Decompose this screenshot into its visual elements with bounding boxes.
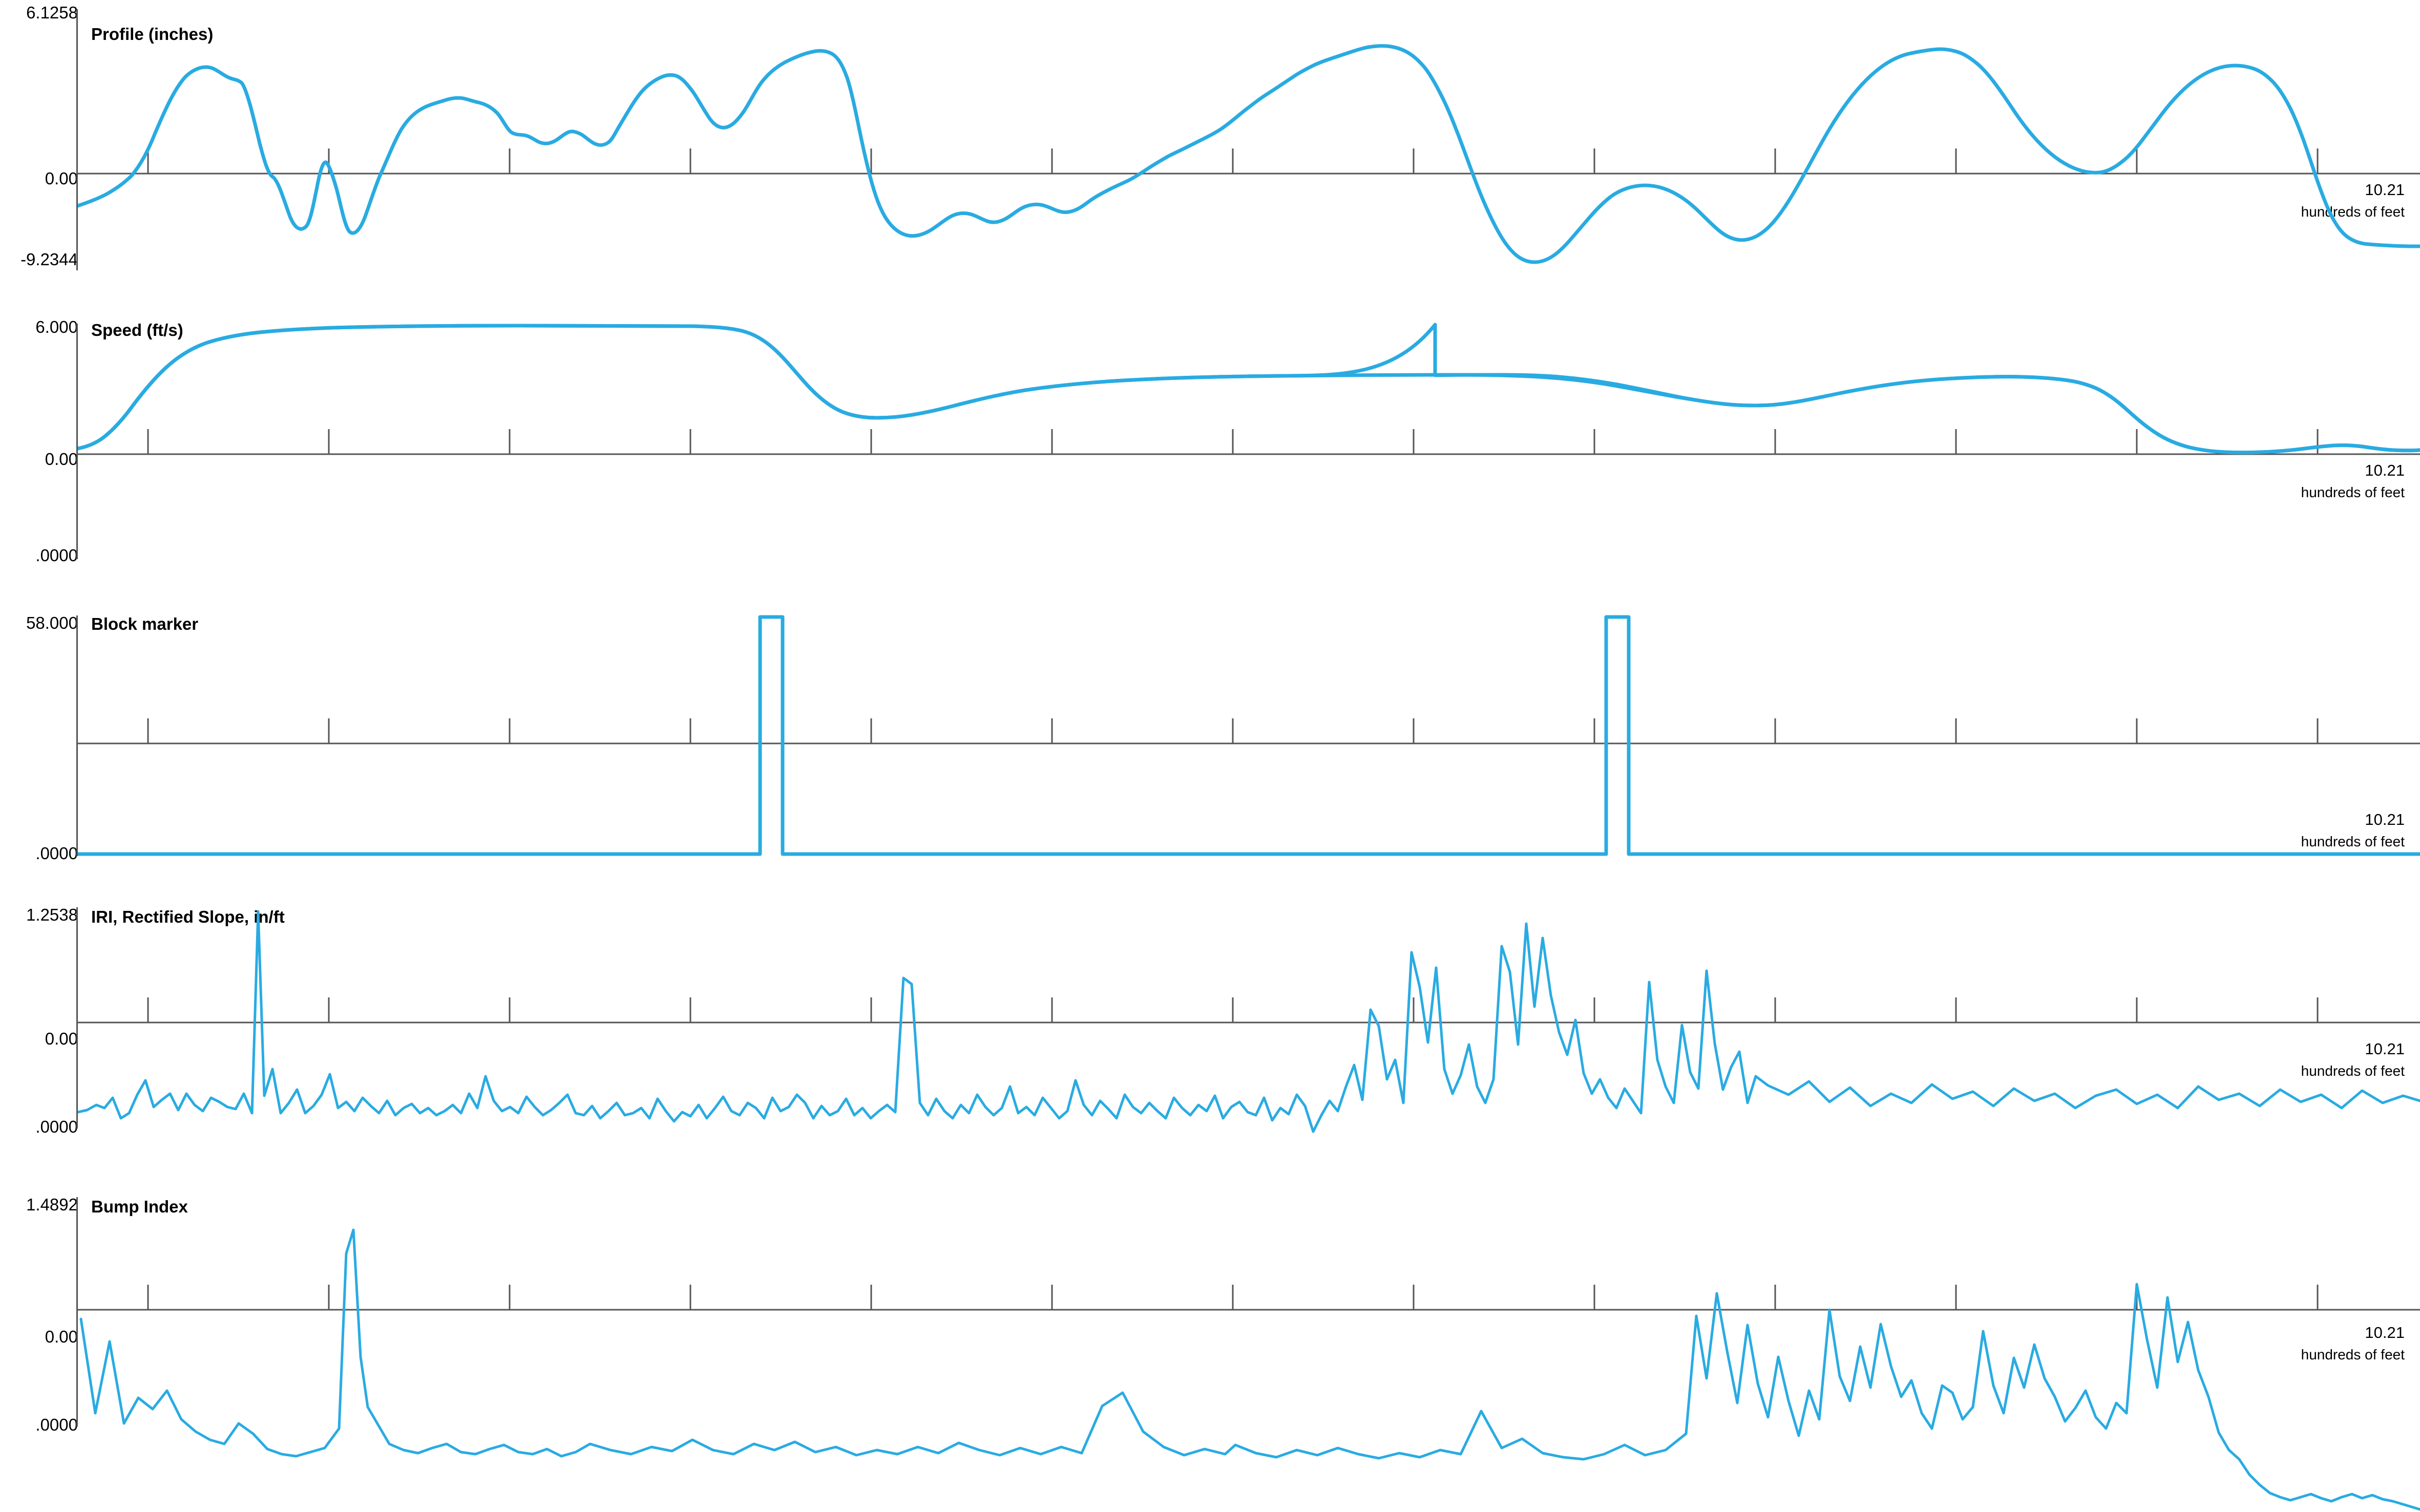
profile-y-bottom-label: -9.2344 [20,250,78,269]
speed-y-zero-label: 0.00 [45,450,78,468]
iri-plot-area [78,891,2420,1173]
block-marker-x-ticks [147,718,2319,743]
bump-index-x-ticks [147,1285,2319,1310]
panel-block-marker: 58.000 .0000 Block marker 10.21 hundreds… [0,594,2420,865]
speed-y-bottom-label: .0000 [35,546,78,565]
block-marker-y-bottom-label: .0000 [35,844,78,863]
speed-trace [78,323,2420,455]
iri-y-top-label: 1.2538 [26,905,78,924]
profile-plot-area [78,0,2420,276]
block-marker-plot-area [78,594,2420,865]
bump-index-y-zero-label: 0.00 [45,1327,78,1346]
panel-iri: 1.2538 0.00 .0000 IRI, Rectified Slope, … [0,891,2420,1173]
speed-x-ticks [147,429,2319,454]
panel-bump-index: 1.4892 0.00 .0000 Bump Index 10.21 hundr… [0,1188,2420,1512]
block-marker-y-top-label: 58.000 [26,613,78,632]
iri-trace [78,910,2420,1133]
bump-index-y-bottom-label: .0000 [35,1415,78,1434]
iri-x-ticks [147,997,2319,1023]
speed-trace-main [78,324,2420,455]
profile-trace [78,44,2420,264]
profile-y-zero-label: 0.00 [45,169,78,188]
speed-y-top-label: 6.000 [35,317,78,336]
bump-index-y-top-label: 1.4892 [26,1195,78,1214]
panel-speed: 6.000 0.00 .0000 Speed (ft/s) 10.21 hund… [0,297,2420,568]
profile-y-top-label: 6.1258 [26,3,78,22]
bump-index-trace [79,1228,2420,1511]
profile-x-ticks [147,148,2319,174]
block-marker-trace [78,615,2420,856]
speed-plot-area [78,297,2420,568]
panel-profile: 6.1258 0.00 -9.2344 Profile (inches) 10.… [0,0,2420,276]
bump-index-plot-area [78,1188,2420,1512]
iri-y-bottom-label: .0000 [35,1117,78,1136]
iri-y-zero-label: 0.00 [45,1029,78,1048]
